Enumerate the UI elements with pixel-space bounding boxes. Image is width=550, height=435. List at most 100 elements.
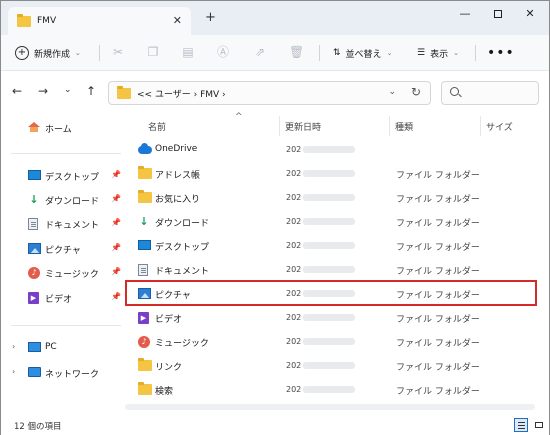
column-divider[interactable] <box>480 116 481 136</box>
column-header-size[interactable]: サイズ <box>486 120 513 133</box>
breadcrumb[interactable]: << ユーザー › FMV › <box>137 87 226 100</box>
sidebar-item-downloads[interactable]: ↓ ダウンロード 📌 <box>1 189 125 211</box>
paste-icon[interactable]: ▤ <box>181 45 195 59</box>
file-type: ファイル フォルダー <box>396 267 480 277</box>
plus-icon: + <box>15 46 29 60</box>
chevron-right-icon[interactable]: › <box>12 367 15 376</box>
sidebar-item-videos[interactable]: ▶ ビデオ 📌 <box>1 287 125 309</box>
file-type: ファイル フォルダー <box>396 339 480 349</box>
file-type: ファイル フォルダー <box>396 243 480 253</box>
chevron-down-icon: ⌄ <box>75 49 81 57</box>
rename-icon[interactable]: Ⓐ <box>216 45 230 59</box>
recent-locations-button[interactable]: ⌄ <box>64 85 72 95</box>
file-type: ファイル フォルダー <box>396 195 480 205</box>
file-row-desktop[interactable]: デスクトップ 202 ファイル フォルダー <box>125 234 539 258</box>
file-name: デスクトップ <box>155 243 210 253</box>
file-row-downloads[interactable]: ↓ ダウンロード 202 ファイル フォルダー <box>125 210 539 234</box>
forward-button[interactable]: → <box>38 84 48 98</box>
desktop-icon <box>138 240 151 250</box>
download-icon: ↓ <box>29 193 39 206</box>
column-header-type[interactable]: 種類 <box>395 120 413 133</box>
new-tab-button[interactable]: + <box>205 10 216 25</box>
column-header-modified[interactable]: 更新日時 <box>285 120 321 133</box>
pin-icon[interactable]: 📌 <box>111 170 121 179</box>
navigation-bar: ← → ⌄ ↑ << ユーザー › FMV › ⌄ ↻ <box>1 72 549 112</box>
horizontal-scrollbar[interactable] <box>125 404 535 410</box>
highlight-box <box>125 280 537 306</box>
search-input[interactable] <box>441 81 539 105</box>
large-icons-view-button[interactable] <box>532 418 546 432</box>
file-name: 検索 <box>155 387 174 397</box>
chevron-down-icon: ⌄ <box>453 49 459 57</box>
sidebar-item-label: ドキュメント <box>45 221 100 231</box>
file-row-favorites[interactable]: お気に入り 202 ファイル フォルダー <box>125 186 539 210</box>
network-icon <box>28 367 41 377</box>
file-type: ファイル フォルダー <box>396 363 480 373</box>
file-row-address-book[interactable]: アドレス帳 202 ファイル フォルダー <box>125 162 539 186</box>
home-icon <box>28 122 40 132</box>
sidebar-item-network[interactable]: › ネットワーク <box>1 362 125 384</box>
sidebar-item-documents[interactable]: ドキュメント 📌 <box>1 213 125 235</box>
new-button-label: 新規作成 <box>34 49 71 60</box>
sidebar-item-label: ミュージック <box>45 270 99 280</box>
file-date: 202 <box>286 337 356 346</box>
tab-fmv[interactable]: FMV ✕ <box>8 7 191 35</box>
status-bar: 12 個の項目 <box>1 413 549 435</box>
file-row-videos[interactable]: ▶ ビデオ 202 ファイル フォルダー <box>125 306 539 330</box>
pin-icon[interactable]: 📌 <box>111 267 121 276</box>
details-view-button[interactable] <box>514 418 528 432</box>
column-divider[interactable] <box>389 116 390 136</box>
address-bar[interactable]: << ユーザー › FMV › ⌄ ↻ <box>108 81 431 105</box>
onedrive-icon <box>138 143 152 154</box>
address-dropdown-button[interactable]: ⌄ <box>388 87 396 97</box>
sidebar-item-label: ネットワーク <box>45 370 100 380</box>
sidebar-item-label: ビデオ <box>45 295 73 305</box>
pin-icon[interactable]: 📌 <box>111 243 121 252</box>
file-row-documents[interactable]: ドキュメント 202 ファイル フォルダー <box>125 258 539 282</box>
maximize-button[interactable] <box>487 7 509 23</box>
sort-ascending-icon: ^ <box>235 112 243 122</box>
chevron-right-icon[interactable]: › <box>12 342 15 351</box>
pin-icon[interactable]: 📌 <box>111 194 121 203</box>
view-button[interactable]: ☰ 表示 ⌄ <box>417 43 459 63</box>
sidebar-divider <box>11 325 121 326</box>
file-list: ^ 名前 更新日時 種類 サイズ OneDrive 202 アドレス帳 202 … <box>125 112 549 412</box>
pin-icon[interactable]: 📌 <box>111 218 121 227</box>
file-row-onedrive[interactable]: OneDrive 202 <box>125 138 539 162</box>
sidebar-item-music[interactable]: ♪ ミュージック 📌 <box>1 262 125 284</box>
delete-icon[interactable]: 🗑 <box>289 45 304 59</box>
file-name: ダウンロード <box>155 219 210 229</box>
close-button[interactable]: ✕ <box>519 7 541 23</box>
up-button[interactable]: ↑ <box>86 84 96 98</box>
sidebar-item-desktop[interactable]: デスクトップ 📌 <box>1 165 125 187</box>
file-row-music[interactable]: ♪ ミュージック 202 ファイル フォルダー <box>125 330 539 354</box>
file-date: 202 <box>286 265 356 274</box>
details-view-icon <box>518 422 525 423</box>
more-options-button[interactable]: ••• <box>487 43 515 63</box>
file-row-searches[interactable]: 検索 202 ファイル フォルダー <box>125 378 539 402</box>
chevron-down-icon: ⌄ <box>386 49 393 57</box>
documents-icon <box>28 218 38 230</box>
folder-icon <box>117 85 131 99</box>
date-redacted <box>303 266 356 273</box>
copy-icon[interactable]: ❐ <box>146 45 160 59</box>
cut-icon[interactable]: ✂ <box>111 45 125 59</box>
tab-close-icon[interactable]: ✕ <box>173 14 182 27</box>
sidebar-item-home[interactable]: ホーム <box>1 117 125 139</box>
column-divider[interactable] <box>279 116 280 136</box>
back-button[interactable]: ← <box>12 84 22 98</box>
new-button[interactable]: + 新規作成 ⌄ <box>15 43 81 63</box>
share-icon[interactable]: ⇗ <box>253 45 267 59</box>
pin-icon[interactable]: 📌 <box>111 292 121 301</box>
sort-button[interactable]: ⇅ 並べ替え ⌄ <box>333 43 392 63</box>
column-header-name[interactable]: 名前 <box>148 120 166 133</box>
file-name: リンク <box>155 363 183 373</box>
sidebar-item-pc[interactable]: › PC <box>1 337 125 359</box>
file-row-links[interactable]: リンク 202 ファイル フォルダー <box>125 354 539 378</box>
refresh-button[interactable]: ↻ <box>411 85 421 99</box>
minimize-button[interactable]: — <box>454 7 476 23</box>
sidebar-item-pictures[interactable]: ピクチャ 📌 <box>1 238 125 260</box>
sidebar-item-label: デスクトップ <box>45 173 100 183</box>
file-name: OneDrive <box>155 144 198 154</box>
details-view-icon <box>518 428 525 429</box>
